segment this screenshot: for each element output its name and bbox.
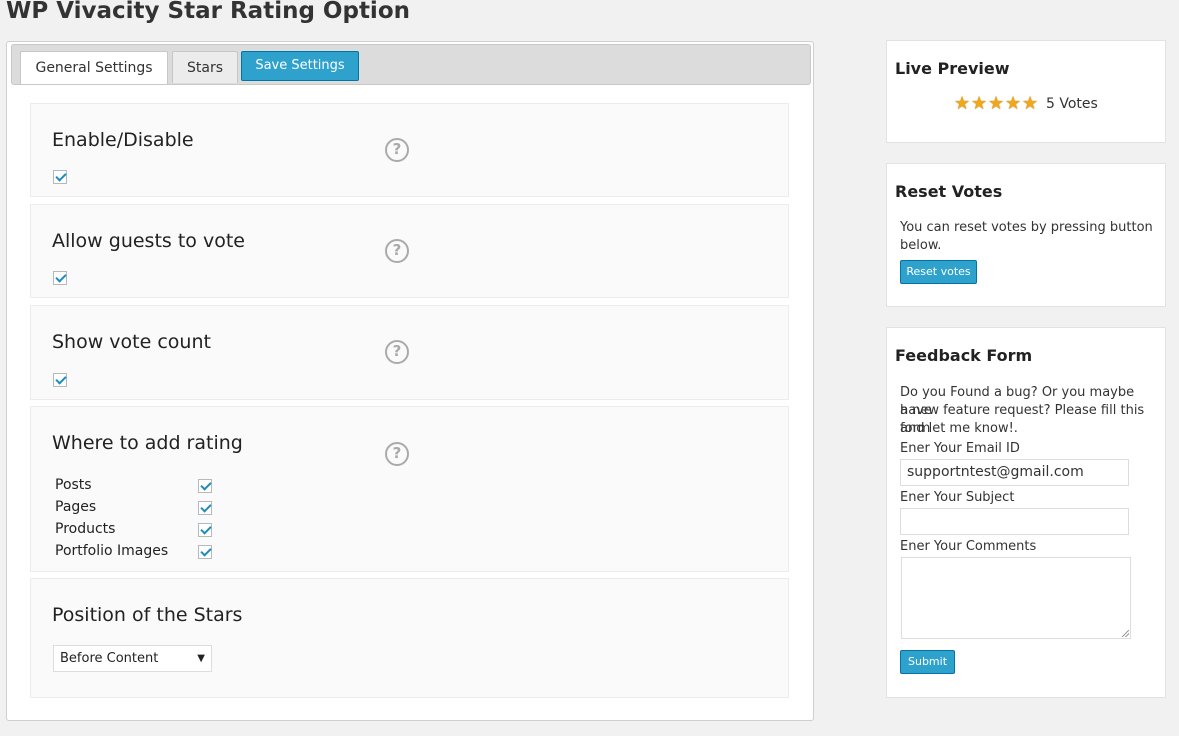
reset-votes-text-2: below. <box>900 238 942 253</box>
section-show-vote-count: Show vote count ? <box>30 305 789 400</box>
option-label-products: Products <box>55 521 116 537</box>
feedback-form-title: Feedback Form <box>895 346 1033 365</box>
option-label-pages: Pages <box>55 499 97 515</box>
section-allow-guests: Allow guests to vote ? <box>30 204 789 298</box>
live-preview-box: Live Preview ★ ★ ★ ★ ★ 5 Votes <box>886 40 1166 143</box>
page-title: WP Vivacity Star Rating Option <box>6 0 410 24</box>
votes-count: 5 Votes <box>1046 96 1098 112</box>
star-icon[interactable]: ★ <box>1022 95 1039 113</box>
section-position-of-stars: Position of the Stars Before Content ▼ <box>30 578 789 698</box>
settings-panel: General Settings Stars Save Settings Ena… <box>6 41 814 721</box>
reset-votes-title: Reset Votes <box>895 182 1003 201</box>
live-preview-title: Live Preview <box>895 59 1010 78</box>
tab-bar: General Settings Stars Save Settings <box>11 44 811 85</box>
option-label-portfolio-images: Portfolio Images <box>55 543 169 559</box>
feedback-text-3: and let me know!. <box>900 421 1018 436</box>
star-icon[interactable]: ★ <box>988 95 1005 113</box>
help-icon[interactable]: ? <box>385 138 409 162</box>
help-icon[interactable]: ? <box>385 442 409 466</box>
subject-label: Ener Your Subject <box>900 490 1015 505</box>
section-title-where: Where to add rating <box>52 432 243 454</box>
reset-votes-text-1: You can reset votes by pressing button <box>900 220 1153 235</box>
comments-field[interactable] <box>901 557 1131 639</box>
section-title-guests: Allow guests to vote <box>52 230 245 252</box>
section-title-position: Position of the Stars <box>52 604 243 626</box>
email-label: Ener Your Email ID <box>900 441 1020 456</box>
allow-guests-checkbox[interactable] <box>53 271 67 285</box>
show-vote-count-checkbox[interactable] <box>53 373 67 387</box>
section-where-to-add: Where to add rating ? Posts Pages Produc… <box>30 406 789 572</box>
posts-checkbox[interactable] <box>198 479 212 493</box>
pages-checkbox[interactable] <box>198 501 212 515</box>
enable-checkbox[interactable] <box>53 170 67 184</box>
save-settings-button[interactable]: Save Settings <box>241 51 359 81</box>
star-rating[interactable]: ★ ★ ★ ★ ★ <box>954 95 1039 113</box>
tab-general-settings[interactable]: General Settings <box>20 51 168 84</box>
portfolio-images-checkbox[interactable] <box>198 545 212 559</box>
email-field[interactable]: supportntest@gmail.com <box>900 459 1129 486</box>
star-icon[interactable]: ★ <box>971 95 988 113</box>
products-checkbox[interactable] <box>198 523 212 537</box>
help-icon[interactable]: ? <box>385 340 409 364</box>
feedback-form-box: Feedback Form Do you Found a bug? Or you… <box>886 327 1166 698</box>
submit-button[interactable]: Submit <box>900 650 955 674</box>
star-icon[interactable]: ★ <box>954 95 971 113</box>
position-select-value: Before Content <box>60 651 159 666</box>
position-select[interactable]: Before Content ▼ <box>53 645 212 672</box>
resize-handle-icon[interactable] <box>1122 630 1129 637</box>
help-icon[interactable]: ? <box>385 239 409 263</box>
reset-votes-button[interactable]: Reset votes <box>900 260 977 284</box>
star-icon[interactable]: ★ <box>1005 95 1022 113</box>
chevron-down-icon: ▼ <box>197 653 205 664</box>
section-title-vote-count: Show vote count <box>52 331 211 353</box>
subject-field[interactable] <box>900 508 1129 535</box>
section-enable-disable: Enable/Disable ? <box>30 103 789 197</box>
comments-label: Ener Your Comments <box>900 539 1037 554</box>
reset-votes-box: Reset Votes You can reset votes by press… <box>886 163 1166 307</box>
tab-stars[interactable]: Stars <box>172 51 238 83</box>
option-label-posts: Posts <box>55 477 92 493</box>
section-title-enable: Enable/Disable <box>52 129 194 151</box>
